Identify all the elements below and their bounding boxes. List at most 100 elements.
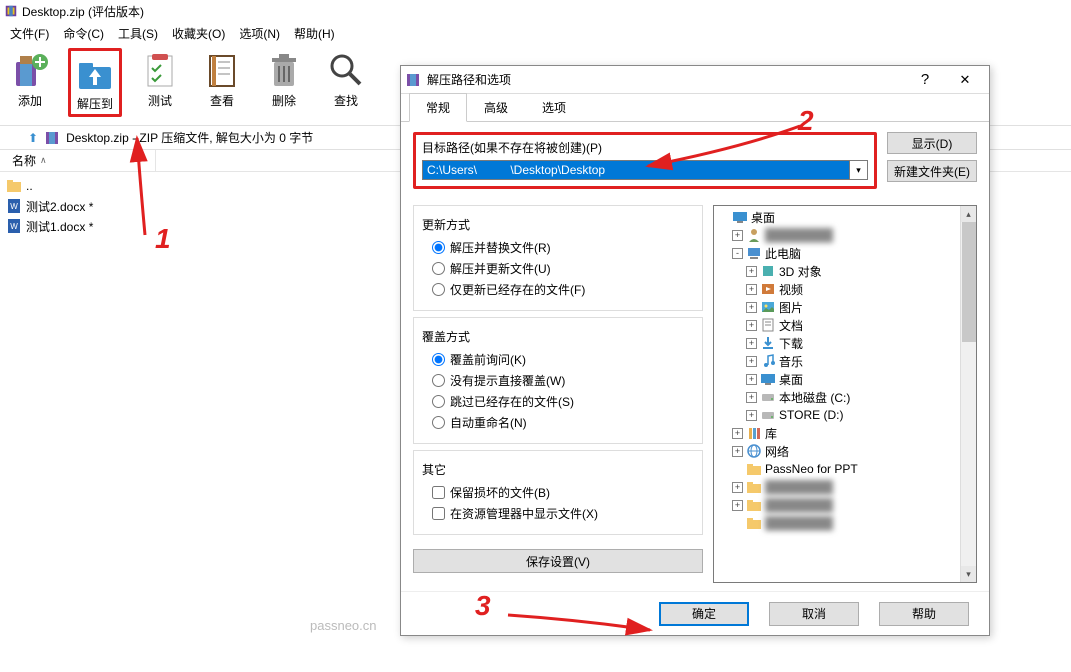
tree-item[interactable]: +本地磁盘 (C:): [716, 388, 974, 406]
misc-group: 其它 保留损坏的文件(B) 在资源管理器中显示文件(X): [413, 450, 703, 535]
show-button[interactable]: 显示(D): [887, 132, 977, 154]
up-button[interactable]: ⬆: [28, 131, 38, 145]
expand-icon[interactable]: +: [746, 410, 757, 421]
tree-item[interactable]: + 文档: [716, 316, 974, 334]
toolbar-view-button[interactable]: 查看: [198, 48, 246, 111]
tree-item[interactable]: +3D 对象: [716, 262, 974, 280]
path-input[interactable]: [422, 160, 850, 180]
expand-icon[interactable]: +: [746, 266, 757, 277]
svg-text:W: W: [10, 202, 18, 211]
cancel-button[interactable]: 取消: [769, 602, 859, 626]
tree-label: 下载: [779, 335, 803, 352]
disk-icon: [760, 407, 776, 423]
tree-item[interactable]: +████████: [716, 226, 974, 244]
tab-general[interactable]: 常规: [409, 93, 467, 122]
menu-commands[interactable]: 命令(C): [57, 23, 110, 44]
tree-item[interactable]: +████████: [716, 496, 974, 514]
radio-auto-rename[interactable]: 自动重命名(N): [418, 412, 698, 433]
tree-label: STORE (D:): [779, 408, 843, 422]
tab-options[interactable]: 选项: [525, 93, 583, 122]
tree-item[interactable]: +音乐: [716, 352, 974, 370]
check-keep-broken[interactable]: 保留损坏的文件(B): [418, 482, 698, 503]
path-text: Desktop.zip - ZIP 压缩文件, 解包大小为 0 字节: [66, 129, 313, 146]
close-button[interactable]: ✕: [945, 67, 985, 93]
radio-overwrite-noask[interactable]: 没有提示直接覆盖(W): [418, 370, 698, 391]
menu-file[interactable]: 文件(F): [4, 23, 55, 44]
radio-extract-update[interactable]: 解压并更新文件(U): [418, 258, 698, 279]
tree-label: ████████: [765, 480, 833, 494]
expand-icon[interactable]: +: [746, 302, 757, 313]
expand-icon[interactable]: +: [746, 320, 757, 331]
tree-item[interactable]: +网络: [716, 442, 974, 460]
tree-label: 文档: [779, 317, 803, 334]
expand-icon[interactable]: -: [732, 248, 743, 259]
tree-item[interactable]: ████████: [716, 514, 974, 532]
expand-icon[interactable]: +: [732, 446, 743, 457]
svg-text:W: W: [10, 222, 18, 231]
dialog-footer: 确定 取消 帮助: [401, 591, 989, 635]
folder-icon: [746, 497, 762, 513]
new-folder-button[interactable]: 新建文件夹(E): [887, 160, 977, 182]
tree-item[interactable]: PassNeo for PPT: [716, 460, 974, 478]
folder-tree[interactable]: 桌面+████████-此电脑+3D 对象+视频+图片+文档+下载+音乐+桌面+…: [713, 205, 977, 583]
expand-icon[interactable]: +: [732, 500, 743, 511]
tree-item[interactable]: + STORE (D:): [716, 406, 974, 424]
chevron-down-icon[interactable]: ▾: [850, 160, 868, 180]
radio-ask-overwrite[interactable]: 覆盖前询问(K): [418, 349, 698, 370]
scroll-down-button[interactable]: ▾: [961, 566, 976, 582]
toolbar-delete-button[interactable]: 删除: [260, 48, 308, 111]
dialog-icon: [405, 72, 421, 88]
file-name: 测试1.docx *: [26, 218, 93, 235]
tab-advanced[interactable]: 高级: [467, 93, 525, 122]
radio-skip-existing[interactable]: 跳过已经存在的文件(S): [418, 391, 698, 412]
toolbar-test-button[interactable]: 测试: [136, 48, 184, 111]
lib-icon: [746, 425, 762, 441]
video-icon: [760, 281, 776, 297]
scroll-thumb[interactable]: [962, 222, 976, 342]
disk-icon: [760, 389, 776, 405]
expand-icon[interactable]: +: [746, 392, 757, 403]
tree-item[interactable]: 桌面: [716, 208, 974, 226]
expand-icon[interactable]: +: [746, 284, 757, 295]
add-icon: [10, 50, 50, 90]
save-settings-button[interactable]: 保存设置(V): [413, 549, 703, 573]
tree-item[interactable]: +桌面: [716, 370, 974, 388]
tree-item[interactable]: + 下载: [716, 334, 974, 352]
dl-icon: [760, 335, 776, 351]
expand-icon[interactable]: +: [732, 230, 743, 241]
expand-icon[interactable]: +: [746, 356, 757, 367]
scroll-up-button[interactable]: ▴: [961, 206, 976, 222]
menu-options[interactable]: 选项(N): [233, 23, 286, 44]
expand-icon[interactable]: +: [732, 482, 743, 493]
radio-freshen-only[interactable]: 仅更新已经存在的文件(F): [418, 279, 698, 300]
overwrite-mode-group: 覆盖方式 覆盖前询问(K) 没有提示直接覆盖(W) 跳过已经存在的文件(S) 自…: [413, 317, 703, 444]
zip-icon: [44, 130, 60, 146]
toolbar-extract-to-button[interactable]: 解压到: [68, 48, 122, 117]
expand-icon[interactable]: +: [746, 338, 757, 349]
tree-item[interactable]: +图片: [716, 298, 974, 316]
tree-item[interactable]: -此电脑: [716, 244, 974, 262]
scrollbar[interactable]: ▴ ▾: [960, 206, 976, 582]
toolbar-find-button[interactable]: 查找: [322, 48, 370, 111]
3d-icon: [760, 263, 776, 279]
help-button[interactable]: ?: [905, 67, 945, 93]
tree-item[interactable]: + ████████: [716, 478, 974, 496]
misc-label: 其它: [422, 461, 698, 478]
tree-label: 库: [765, 425, 777, 442]
toolbar-add-button[interactable]: 添加: [6, 48, 54, 111]
path-combobox[interactable]: ▾: [422, 160, 868, 180]
expand-icon[interactable]: +: [746, 374, 757, 385]
menu-help[interactable]: 帮助(H): [288, 23, 341, 44]
expand-icon[interactable]: +: [732, 428, 743, 439]
check-show-explorer[interactable]: 在资源管理器中显示文件(X): [418, 503, 698, 524]
tree-item[interactable]: +库: [716, 424, 974, 442]
menu-favorites[interactable]: 收藏夹(O): [166, 23, 231, 44]
menu-tools[interactable]: 工具(S): [112, 23, 164, 44]
help-button-footer[interactable]: 帮助: [879, 602, 969, 626]
pc-icon: [746, 245, 762, 261]
path-label: 目标路径(如果不存在将被创建)(P): [422, 139, 868, 156]
radio-extract-replace[interactable]: 解压并替换文件(R): [418, 237, 698, 258]
tree-item[interactable]: +视频: [716, 280, 974, 298]
column-name[interactable]: 名称∧: [6, 150, 156, 171]
ok-button[interactable]: 确定: [659, 602, 749, 626]
